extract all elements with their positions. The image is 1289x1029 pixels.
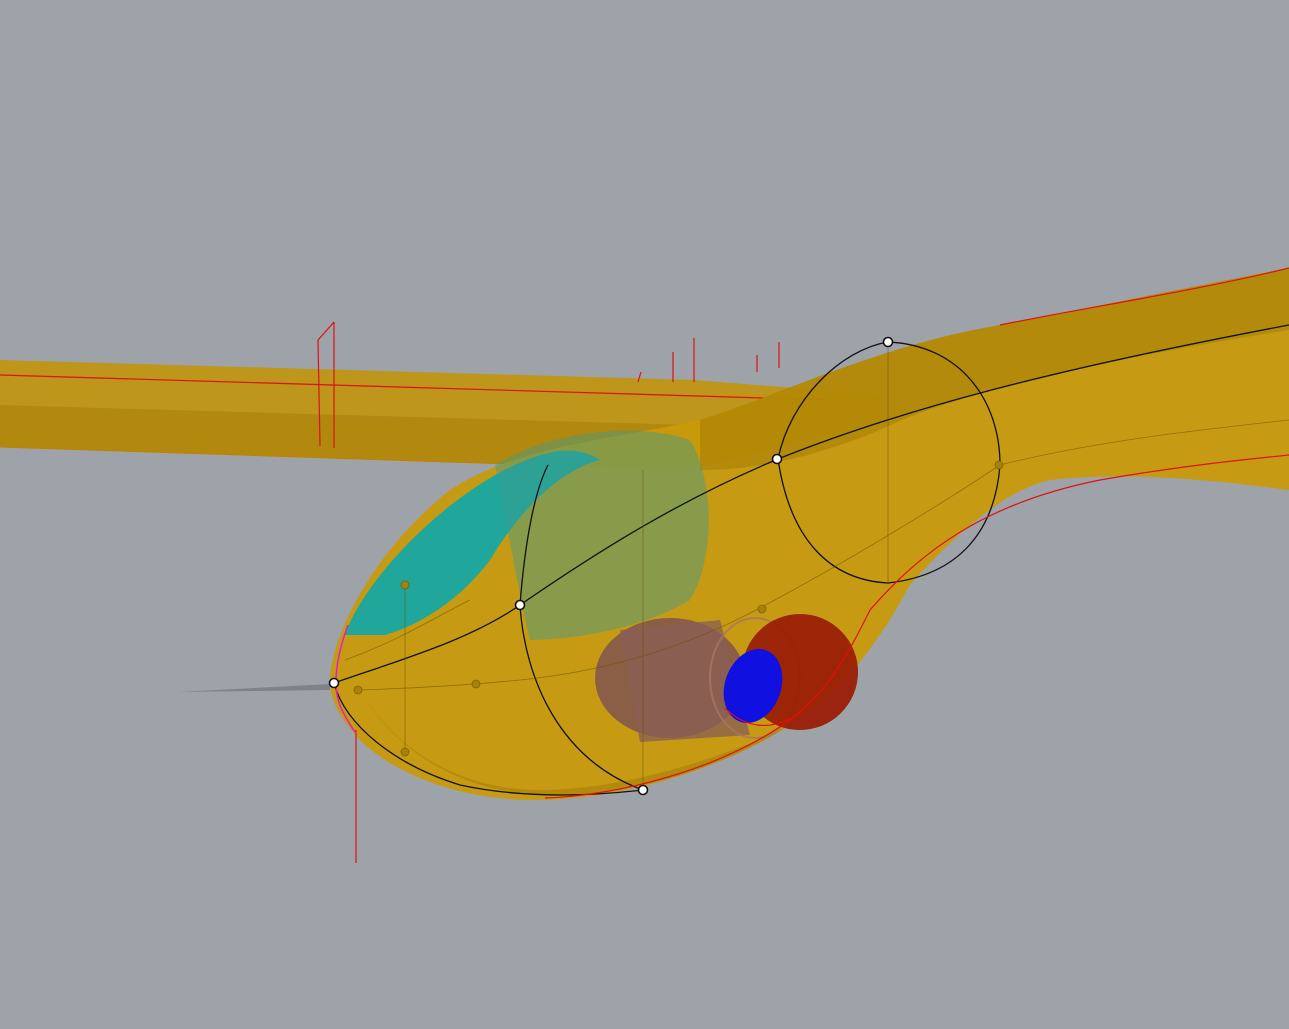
rhino-3d-viewport[interactable]: [0, 0, 1289, 1029]
circle-handle-icon[interactable]: [514, 599, 526, 611]
model-canvas[interactable]: [0, 0, 1289, 1029]
circle-handle-icon[interactable]: [328, 677, 340, 689]
circle-handle-icon[interactable]: [882, 336, 894, 348]
circle-handle-icon[interactable]: [771, 453, 783, 465]
circle-handle-icon[interactable]: [637, 784, 649, 796]
